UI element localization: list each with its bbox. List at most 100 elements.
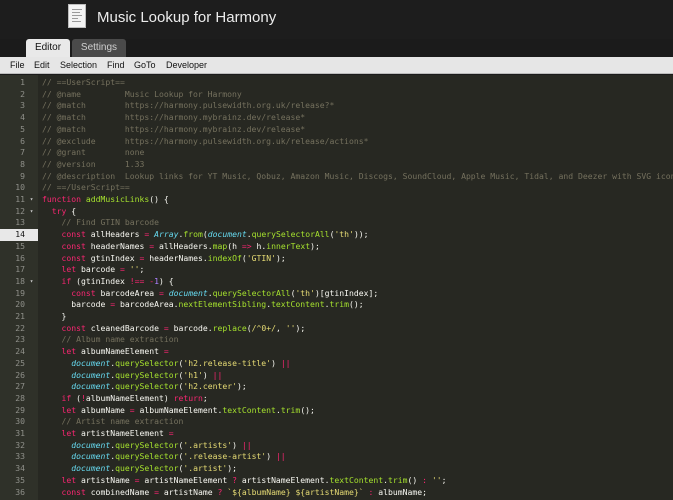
code-token: (h (227, 240, 242, 251)
code-token: document (71, 451, 111, 462)
line-number: 20 (15, 299, 25, 310)
tab-editor[interactable]: Editor (26, 39, 70, 57)
code-text: if (!albumNameElement) return; (42, 393, 208, 405)
code-token: let (61, 474, 77, 485)
code-line[interactable]: 12 ▾ try { (0, 206, 673, 218)
fold-toggle-icon[interactable]: ▾ (27, 276, 36, 288)
line-number: 30 (15, 416, 25, 427)
code-text: // Artist name extraction (42, 416, 184, 428)
code-token: `${albumName} ${artistName}` (227, 486, 364, 497)
code-token: document (71, 369, 111, 380)
menu-developer[interactable]: Developer (166, 57, 207, 74)
code-text: document.querySelector('h1') || (42, 370, 222, 382)
code-line[interactable]: 4 // @match https://harmony.mybrainz.dev/… (0, 112, 673, 124)
code-editor[interactable]: 1 // ==UserScript== 2 // @name Music Lookup… (0, 75, 673, 500)
line-number: 35 (15, 474, 25, 485)
code-line[interactable]: 9 // @description Lookup links for YT Mus… (0, 171, 673, 183)
code-line[interactable]: 3 // @match https://harmony.pulsewidth.or… (0, 100, 673, 112)
line-number: 22 (15, 322, 25, 333)
menu-selection[interactable]: Selection (60, 57, 97, 74)
code-line[interactable]: 2 // @name Music Lookup for Harmony (0, 89, 673, 101)
code-token: querySelector (115, 381, 179, 392)
code-line[interactable]: 32 document.querySelector('.artists') || (0, 440, 673, 452)
code-line[interactable]: 23 // Album name extraction (0, 334, 673, 346)
line-number: 5 (20, 123, 25, 134)
line-number: 1 (20, 77, 25, 87)
code-line[interactable]: 19 const barcodeArea = document.querySel… (0, 288, 673, 300)
fold-toggle-icon[interactable]: ▾ (27, 194, 36, 206)
code-line[interactable]: 35 let artistName = artistNameElement ? … (0, 475, 673, 487)
code-token: ) (202, 369, 213, 380)
tab-bar: Editor Settings (0, 39, 673, 57)
menu-file[interactable]: File (10, 57, 25, 74)
code-token: barcode (76, 264, 120, 275)
code-token: '' (285, 322, 296, 333)
code-token: !== (129, 275, 145, 286)
code-text: document.querySelector('.artist'); (42, 463, 237, 475)
code-line[interactable]: 6 // @exclude https://harmony.pulsewidth.… (0, 136, 673, 148)
code-line[interactable]: 24 let albumNameElement = (0, 346, 673, 358)
code-token: querySelector (115, 463, 179, 474)
code-token: from (183, 229, 203, 240)
code-line[interactable]: 7 // @grant none (0, 147, 673, 159)
code-token: '.artists' (183, 439, 233, 450)
code-token: Array (154, 229, 179, 240)
code-text: try { (42, 206, 76, 218)
line-number: 32 (15, 439, 25, 450)
code-token: => (241, 240, 252, 251)
code-token: (); (300, 404, 315, 415)
code-token: barcode. (168, 322, 213, 333)
code-token: ; (139, 264, 145, 275)
code-text: const allHeaders = Array.from(document.q… (42, 229, 369, 241)
code-line[interactable]: 14 const allHeaders = Array.from(documen… (0, 229, 673, 241)
tab-settings[interactable]: Settings (72, 39, 126, 57)
code-line[interactable]: 27 document.querySelector('h2.center'); (0, 381, 673, 393)
code-line[interactable]: 33 document.querySelector('.release-arti… (0, 451, 673, 463)
code-token: 'th' (295, 287, 315, 298)
code-token: barcodeArea (95, 287, 159, 298)
code-line[interactable]: 15 const headerNames = allHeaders.map(h … (0, 241, 673, 253)
code-line[interactable]: 11 ▾ function addMusicLinks() { (0, 194, 673, 206)
code-line[interactable]: 36 const combinedName = artistName ? `${… (0, 487, 673, 499)
code-line[interactable]: 13 // Find GTIN barcode (0, 217, 673, 229)
code-line[interactable]: 25 document.querySelector('h2.release-ti… (0, 358, 673, 370)
code-token: = (168, 428, 174, 438)
code-line[interactable]: 26 document.querySelector('h1') || (0, 370, 673, 382)
code-line[interactable]: 1 // ==UserScript== (0, 77, 673, 89)
menu-find[interactable]: Find (107, 57, 125, 74)
code-line[interactable]: 20 barcode = barcodeArea.nextElementSibl… (0, 299, 673, 311)
code-token: // @exclude https://harmony.pulsewidth.o… (42, 135, 369, 146)
code-line[interactable]: 8 // @version 1.33 (0, 159, 673, 171)
code-token: // ==UserScript== (42, 77, 125, 87)
code-line[interactable]: 10 // ==/UserScript== (0, 182, 673, 194)
code-token: ) { (158, 275, 174, 286)
code-line[interactable]: 28 if (!albumNameElement) return; (0, 393, 673, 405)
code-text: barcode = barcodeArea.nextElementSibling… (42, 299, 363, 311)
code-token: const (61, 240, 86, 251)
code-line[interactable]: 21 } (0, 311, 673, 323)
menu-edit[interactable]: Edit (34, 57, 50, 74)
line-number: 31 (15, 428, 25, 438)
code-line[interactable]: 5 // @match https://harmony.mybrainz.dev/… (0, 124, 673, 136)
code-line[interactable]: 18 ▾ if (gtinIndex !== -1) { (0, 276, 673, 288)
code-line[interactable]: 22 const cleanedBarcode = barcode.replac… (0, 323, 673, 335)
code-line[interactable]: 31 let artistNameElement = (0, 428, 673, 440)
code-line[interactable]: 29 let albumName = albumNameElement.text… (0, 405, 673, 417)
code-line[interactable]: 16 const gtinIndex = headerNames.indexOf… (0, 253, 673, 265)
code-token: document (71, 439, 111, 450)
code-line[interactable]: 30 // Artist name extraction (0, 416, 673, 428)
fold-toggle-icon[interactable]: ▾ (27, 206, 36, 218)
code-token: querySelectorAll (212, 287, 291, 298)
code-token: artistName (76, 474, 135, 485)
code-line[interactable]: 34 document.querySelector('.artist'); (0, 463, 673, 475)
menu-goto[interactable]: GoTo (134, 57, 156, 74)
line-number: 25 (15, 357, 25, 368)
code-line[interactable]: 17 let barcode = ''; (0, 264, 673, 276)
code-token: headerNames (85, 240, 150, 251)
code-token: let (61, 428, 77, 438)
code-text: if (gtinIndex !== -1) { (42, 276, 174, 288)
